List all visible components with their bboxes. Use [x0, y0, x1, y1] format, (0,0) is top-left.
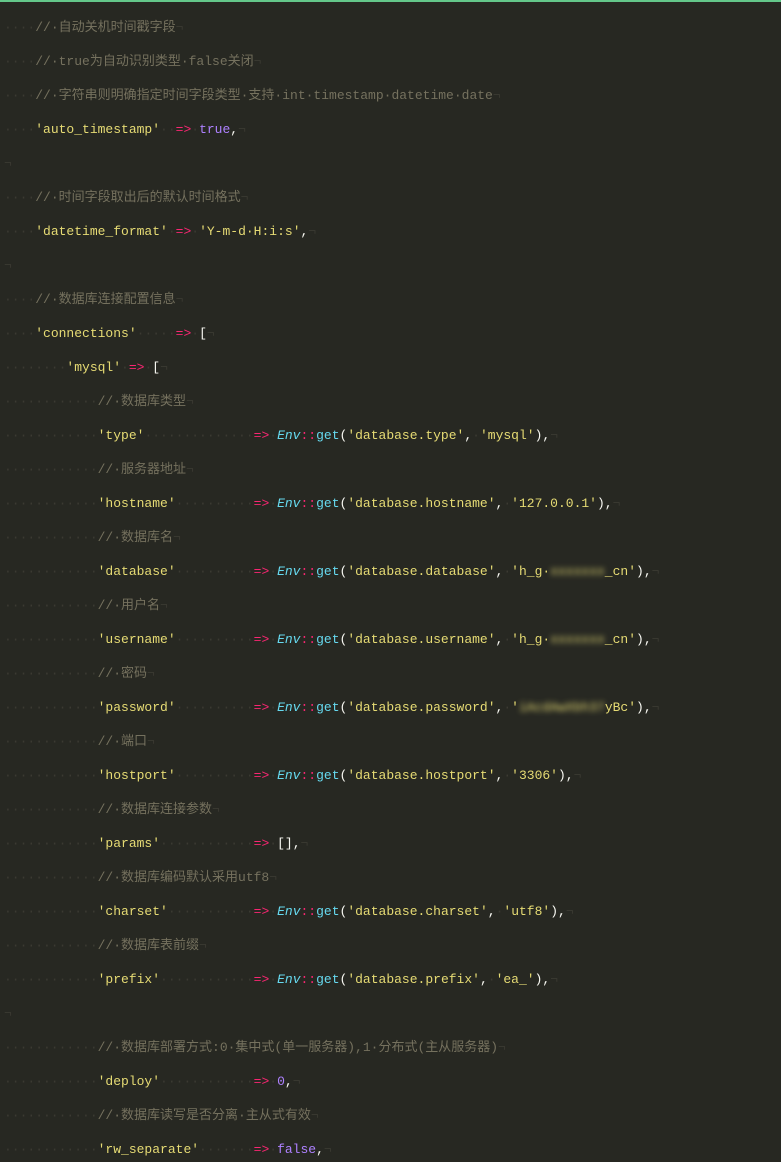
- code-line: ····'datetime_format'·=>·'Y-m-d·H:i:s',¬: [4, 223, 777, 240]
- code-line: ············//·数据库编码默认采用utf8¬: [4, 869, 777, 886]
- code-line: ¬: [4, 155, 777, 172]
- code-line: ····'auto_timestamp'··=>·true,¬: [4, 121, 777, 138]
- code-line: ············'hostport'··········=>·Env::…: [4, 767, 777, 784]
- code-line: ············'type'··············=>·Env::…: [4, 427, 777, 444]
- code-line: ············//·密码¬: [4, 665, 777, 682]
- code-line: ············//·数据库连接参数¬: [4, 801, 777, 818]
- code-line: ············//·数据库名¬: [4, 529, 777, 546]
- code-line: ········'mysql'·=>·[¬: [4, 359, 777, 376]
- code-line: ············'deploy'············=>·0,¬: [4, 1073, 777, 1090]
- code-line: ············//·端口¬: [4, 733, 777, 750]
- redacted-text: xxxxxxx: [550, 632, 605, 647]
- code-line: ············//·用户名¬: [4, 597, 777, 614]
- code-editor[interactable]: ····//·自动关机时间戳字段¬ ····//·true为自动识别类型·fal…: [0, 2, 781, 1162]
- code-line: ············'rw_separate'·······=>·false…: [4, 1141, 777, 1158]
- code-line: ····'connections'·····=>·[¬: [4, 325, 777, 342]
- code-line: ············//·数据库部署方式:0·集中式(单一服务器),1·分布…: [4, 1039, 777, 1056]
- code-line: ············'username'··········=>·Env::…: [4, 631, 777, 648]
- code-line: ············'prefix'············=>·Env::…: [4, 971, 777, 988]
- code-line: ····//·true为自动识别类型·false关闭¬: [4, 53, 777, 70]
- code-line: ············'password'··········=>·Env::…: [4, 699, 777, 716]
- code-line: ············//·数据库读写是否分离·主从式有效¬: [4, 1107, 777, 1124]
- code-line: ····//·数据库连接配置信息¬: [4, 291, 777, 308]
- code-line: ¬: [4, 257, 777, 274]
- code-line: ············'database'··········=>·Env::…: [4, 563, 777, 580]
- code-line: ····//·自动关机时间戳字段¬: [4, 19, 777, 36]
- redacted-text: iAcdAwXbh37: [519, 700, 605, 715]
- redacted-text: xxxxxxx: [550, 564, 605, 579]
- code-line: ····//·字符串则明确指定时间字段类型·支持·int·timestamp·d…: [4, 87, 777, 104]
- code-line: ············'hostname'··········=>·Env::…: [4, 495, 777, 512]
- code-line: ············'params'············=>·[],¬: [4, 835, 777, 852]
- code-line: ····//·时间字段取出后的默认时间格式¬: [4, 189, 777, 206]
- code-line: ¬: [4, 1005, 777, 1022]
- code-line: ············//·服务器地址¬: [4, 461, 777, 478]
- code-line: ············//·数据库类型¬: [4, 393, 777, 410]
- code-line: ············//·数据库表前缀¬: [4, 937, 777, 954]
- code-line: ············'charset'···········=>·Env::…: [4, 903, 777, 920]
